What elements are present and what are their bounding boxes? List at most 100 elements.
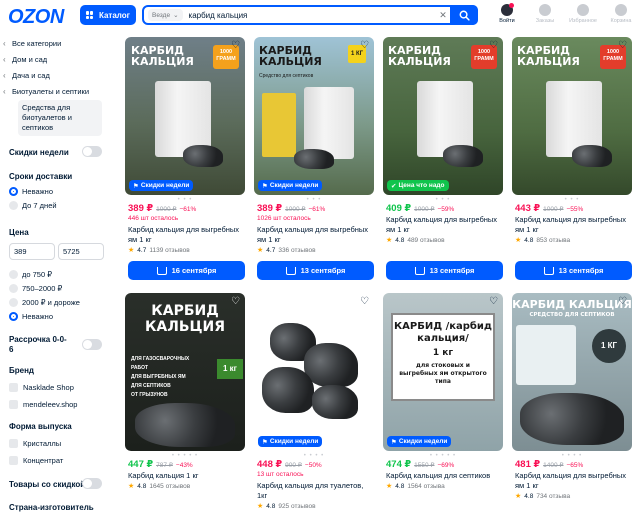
checkbox-icon — [9, 382, 18, 392]
rocks-image — [312, 385, 358, 419]
ozon-logo[interactable]: OZON — [8, 6, 64, 29]
grid-icon — [86, 11, 94, 19]
promo-badge: ⚑ Скидки недели — [258, 180, 323, 191]
delivery-title: Сроки доставки — [9, 172, 73, 181]
search-button[interactable] — [450, 5, 478, 25]
flame-icon: ⚑ — [391, 438, 397, 446]
delivery-option[interactable]: До 7 дней — [9, 198, 57, 212]
chevron-left-icon: ‹ — [3, 39, 6, 48]
form-title: Форма выпуска — [9, 422, 72, 431]
orders-action[interactable]: Заказы — [526, 4, 564, 24]
price-option[interactable]: 2000 ₽ и дороже — [9, 295, 80, 309]
stock-left: 1026 шт осталось — [257, 215, 311, 222]
favorites-action[interactable]: Избранное — [564, 4, 602, 24]
rocks-image — [572, 145, 612, 167]
favorite-heart-icon[interactable]: ♡ — [359, 40, 370, 51]
category-link[interactable]: ‹ Дом и сад — [0, 52, 112, 68]
weekly-discounts-label: Скидки недели — [9, 148, 69, 157]
brand-checkbox[interactable]: mendeleev.shop — [9, 397, 77, 411]
rating-row: ★ 4.8 489 отзывов — [386, 236, 445, 245]
image-title: КАРБИД /карбид кальция/ — [393, 321, 493, 344]
price-option[interactable]: 750–2000 ₽ — [9, 281, 80, 295]
favorites-label: Избранное — [569, 18, 597, 24]
cart-icon — [414, 266, 425, 275]
promo-badge: ✔ Цена что надо — [387, 180, 449, 191]
catalog-button[interactable]: Каталог — [80, 5, 136, 25]
flame-icon: ⚑ — [262, 438, 268, 446]
star-icon: ★ — [128, 247, 135, 254]
price-row: 409 ₽1000 ₽ −59% — [386, 203, 455, 214]
package-image — [262, 93, 296, 157]
price-option[interactable]: Неважно — [9, 309, 80, 323]
radio-icon — [9, 269, 18, 279]
favorite-heart-icon[interactable]: ♡ — [617, 296, 628, 307]
product-image[interactable]: КАРБИД КАЛЬЦИЯ ДЛЯ ГАЗОСВАРОЧНЫХ РАБОТ Д… — [125, 293, 245, 451]
product-image[interactable]: КАРБИД КАЛЬЦИЯ СРЕДСТВО ДЛЯ СЕПТИКОВ 1 К… — [512, 293, 632, 451]
rocks-image — [183, 145, 223, 167]
search-scope-select[interactable]: Везде ⌄ — [148, 9, 183, 21]
cart-action[interactable]: Корзина — [602, 4, 640, 24]
product-name[interactable]: Карбид кальция для выгребных ям 1 кг — [515, 471, 631, 491]
catalog-label: Каталог — [99, 10, 130, 20]
weekly-discounts-toggle[interactable] — [82, 146, 102, 157]
product-name[interactable]: Карбид кальция для туалетов, 1кг — [257, 481, 373, 501]
brand-title: Бренд — [9, 366, 34, 375]
favorite-heart-icon[interactable]: ♡ — [617, 40, 628, 51]
product-name[interactable]: Карбид кальция для выгребных ям 1 кг — [257, 225, 373, 245]
add-to-cart-button[interactable]: 16 сентября — [128, 261, 245, 280]
product-name[interactable]: Карбид кальция для выгребных ям 1 кг — [128, 225, 244, 245]
radio-icon — [9, 297, 18, 307]
cart-icon — [285, 266, 296, 275]
rating-row: ★ 4.7 336 отзывов — [257, 246, 316, 255]
checkbox-icon — [9, 399, 18, 409]
favorite-heart-icon[interactable]: ♡ — [488, 296, 499, 307]
product-name[interactable]: Карбид кальция 1 кг — [128, 471, 244, 481]
price-row: 389 ₽1000 ₽ −61% — [257, 203, 326, 214]
country-title: Страна-изготовитель — [9, 503, 94, 512]
product-image[interactable]: КАРБИД /карбид кальция/ 1 кг для стоковы… — [383, 293, 503, 451]
clear-search-icon[interactable]: ✕ — [436, 10, 450, 21]
installment-toggle[interactable] — [82, 339, 102, 350]
star-icon: ★ — [257, 247, 264, 254]
product-image[interactable]: КАРБИД КАЛЬЦИЯ 1000 ГРАММ ♡ — [512, 37, 632, 195]
category-link[interactable]: ‹ Дача и сад — [0, 68, 112, 84]
product-image[interactable]: ⚑ Скидки недели ♡ — [254, 293, 374, 451]
rocks-image — [135, 403, 235, 447]
add-to-cart-button[interactable]: 13 сентября — [386, 261, 503, 280]
favorite-heart-icon[interactable]: ♡ — [230, 40, 241, 51]
box-icon — [539, 4, 551, 16]
delivery-option[interactable]: Неважно — [9, 184, 57, 198]
image-title: КАРБИД КАЛЬЦИЯ — [144, 303, 226, 335]
rocks-image — [294, 149, 334, 169]
star-icon: ★ — [515, 237, 522, 244]
favorite-heart-icon[interactable]: ♡ — [230, 296, 241, 307]
add-to-cart-button[interactable]: 13 сентября — [515, 261, 632, 280]
category-link[interactable]: ‹ Биотуалеты и септики — [0, 84, 112, 100]
price-option[interactable]: до 750 ₽ — [9, 267, 80, 281]
weight-sticker: 1 КГ — [592, 329, 626, 363]
category-selected[interactable]: Средства для биотуалетов и септиков — [18, 100, 102, 136]
form-checkbox[interactable]: Концентрат — [9, 453, 63, 467]
login-action[interactable]: Войти — [488, 3, 526, 24]
product-image[interactable]: КАРБИД КАЛЬЦИЯ 1000 ГРАММ ✔ Цена что надо… — [383, 37, 503, 195]
header-actions: Войти Заказы Избранное Корзина — [488, 3, 640, 24]
product-image[interactable]: КАРБИД КАЛЬЦИЯ 1000 ГРАММ ⚑ Скидки недели… — [125, 37, 245, 195]
favorite-heart-icon[interactable]: ♡ — [488, 40, 499, 51]
product-name[interactable]: Карбид кальция для выгребных ям 1 кг — [386, 215, 502, 235]
price-max-input[interactable]: 5725 — [58, 243, 104, 260]
radio-icon — [9, 186, 18, 196]
price-row: 474 ₽1550 ₽ −69% — [386, 459, 455, 470]
radio-icon — [9, 311, 18, 321]
product-name[interactable]: Карбид кальция для выгребных ям 1 кг — [515, 215, 631, 235]
brand-checkbox[interactable]: Nasklade Shop — [9, 380, 77, 394]
product-name[interactable]: Карбид кальция для септиков — [386, 471, 502, 481]
discount-goods-toggle[interactable] — [82, 478, 102, 489]
category-link[interactable]: ‹ Все категории — [0, 36, 112, 52]
search-input[interactable]: карбид кальция — [189, 11, 436, 20]
add-to-cart-button[interactable]: 13 сентября — [257, 261, 374, 280]
cart-label: Корзина — [610, 18, 632, 24]
product-image[interactable]: КАРБИД КАЛЬЦИЯ Средство для септиков 1 К… — [254, 37, 374, 195]
favorite-heart-icon[interactable]: ♡ — [359, 296, 370, 307]
price-min-input[interactable]: 389 — [9, 243, 55, 260]
form-checkbox[interactable]: Кристаллы — [9, 436, 63, 450]
